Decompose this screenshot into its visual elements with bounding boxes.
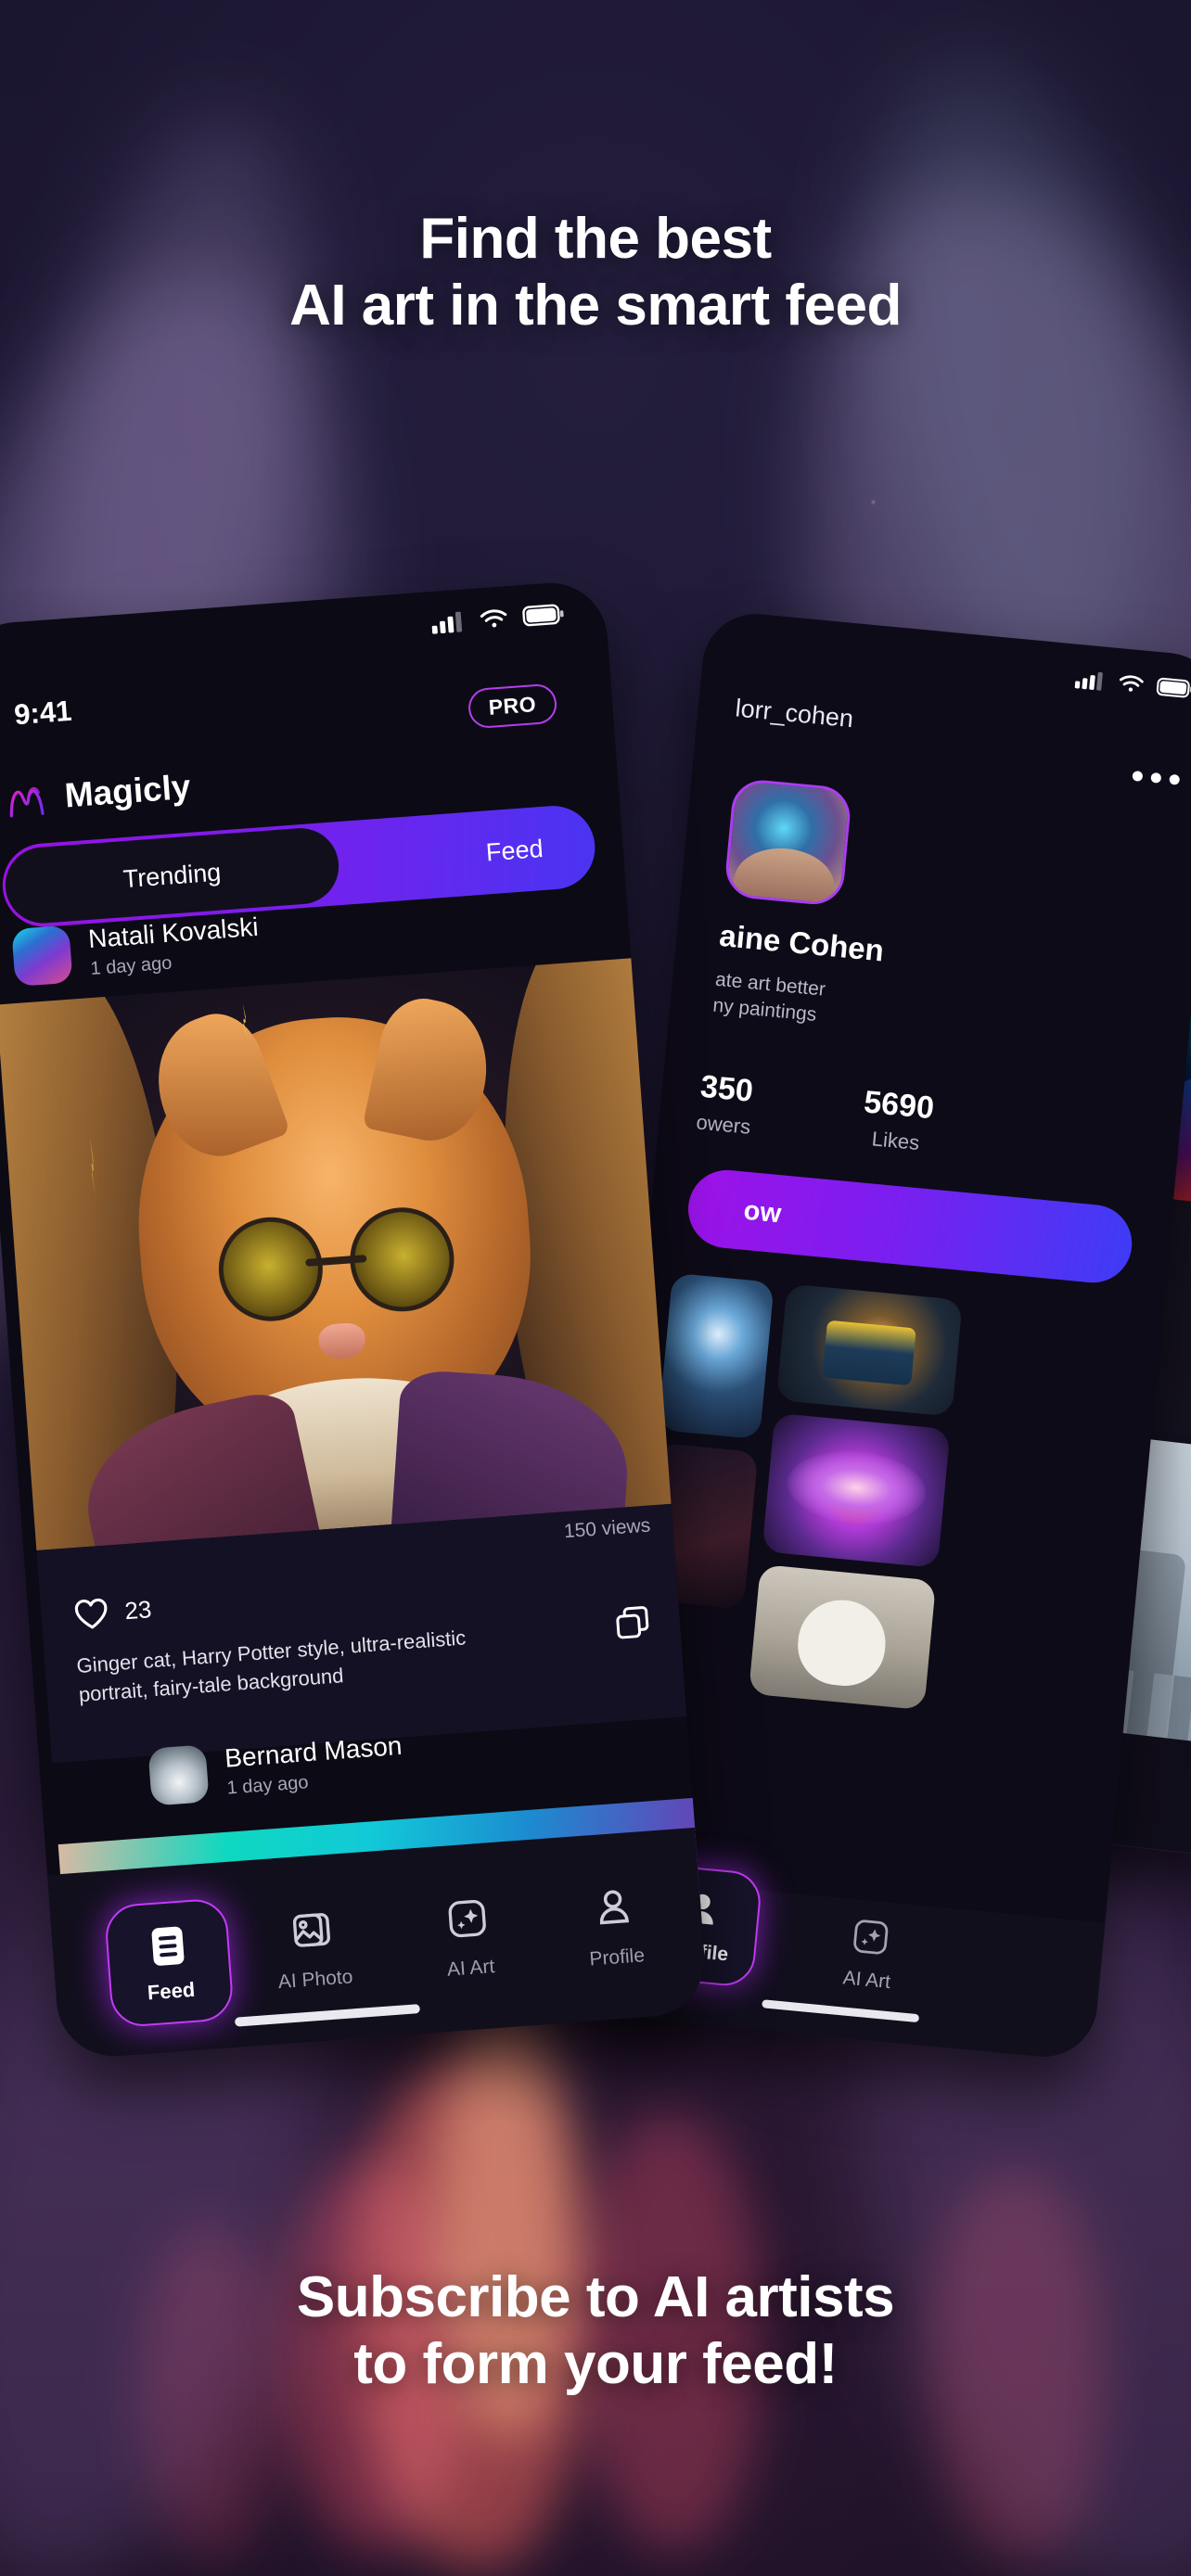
phoenix-wings-shape bbox=[783, 1445, 929, 1531]
feed-tab-switcher: Trending Feed bbox=[0, 803, 598, 930]
heart-icon bbox=[74, 1598, 108, 1629]
copy-button[interactable] bbox=[611, 1602, 653, 1649]
back-phone-tab-label: Profile bbox=[1172, 1810, 1191, 1842]
lego-figure-shape bbox=[822, 1320, 916, 1385]
stat-likes: 5690 Likes bbox=[860, 1084, 936, 1156]
like-button[interactable]: 23 bbox=[71, 1592, 152, 1631]
post-caption: Ginger cat, Harry Potter style, ultra-re… bbox=[75, 1626, 467, 1707]
home-indicator bbox=[234, 2004, 421, 2027]
avatar[interactable] bbox=[11, 925, 73, 988]
sparkle-frame-icon bbox=[853, 1919, 889, 1955]
tab-ai-art-label: AI Art bbox=[841, 1967, 892, 1994]
tab-trending[interactable]: Trending bbox=[2, 825, 342, 926]
post-views: 150 views bbox=[563, 1514, 652, 1543]
stat-likes-label: Likes bbox=[870, 1127, 921, 1155]
home-indicator bbox=[762, 1999, 920, 2023]
image-stack-icon bbox=[292, 1913, 330, 1947]
feed-phone-mockup: 9:41 PRO Magicly Trending Feed Natali Ko… bbox=[0, 579, 709, 2060]
stat-followers-value: 350 bbox=[698, 1068, 755, 1109]
stat-followers: 350 owers bbox=[695, 1069, 755, 1140]
tab-ai-photo[interactable]: AI Photo bbox=[246, 1902, 381, 1996]
profile-artwork-grid bbox=[634, 1272, 1134, 1727]
tab-ai-photo-label: AI Photo bbox=[277, 1966, 354, 1994]
avatar[interactable] bbox=[147, 1744, 210, 1806]
stat-likes-value: 5690 bbox=[862, 1084, 936, 1127]
grid-thumbnail[interactable] bbox=[658, 1272, 775, 1440]
status-bar-time: 9:41 bbox=[13, 694, 73, 732]
page-title-bottom: Subscribe to AI artists to form your fee… bbox=[296, 2265, 895, 2396]
tab-ai-art-label: AI Art bbox=[446, 1956, 496, 1981]
cellular-signal-icon bbox=[431, 611, 463, 634]
magicly-m-logo-icon bbox=[9, 786, 45, 818]
person-icon bbox=[599, 1890, 629, 1925]
feed-lines-icon bbox=[151, 1926, 185, 1966]
tab-profile[interactable]: Profile bbox=[547, 1880, 683, 1973]
profile-bio: ate art better ny paintings bbox=[711, 968, 826, 1027]
pro-badge[interactable]: PRO bbox=[467, 682, 558, 730]
battery-icon bbox=[522, 604, 564, 627]
tab-ai-art[interactable]: AI Art bbox=[811, 1911, 928, 1996]
back-phone-tab-profile[interactable]: Profile bbox=[1172, 1767, 1191, 1842]
like-count: 23 bbox=[123, 1594, 153, 1625]
copy-stack-icon bbox=[616, 1606, 649, 1639]
follow-button[interactable]: ow bbox=[685, 1167, 1135, 1286]
grid-thumbnail[interactable] bbox=[762, 1412, 951, 1568]
wifi-icon bbox=[1119, 675, 1144, 692]
wifi-icon bbox=[480, 609, 507, 628]
app-name: Magicly bbox=[63, 767, 192, 815]
tab-feed-nav[interactable]: Feed bbox=[103, 1897, 235, 2029]
battery-icon bbox=[1156, 677, 1191, 698]
cellular-signal-icon bbox=[1074, 671, 1103, 691]
tab-ai-art[interactable]: AI Art bbox=[401, 1891, 536, 1984]
avatar[interactable] bbox=[723, 777, 853, 908]
profile-display-name: aine Cohen bbox=[718, 917, 886, 968]
tab-feed[interactable]: Feed bbox=[483, 807, 546, 894]
white-cat-shape bbox=[794, 1595, 890, 1690]
grid-thumbnail[interactable] bbox=[775, 1283, 963, 1417]
post-footer: 150 views 23 Ginger cat, Harry Potter st… bbox=[36, 1503, 691, 1764]
tab-feed-label: Feed bbox=[147, 1977, 197, 2005]
grid-thumbnail[interactable] bbox=[748, 1563, 937, 1711]
avatar-hood-shape bbox=[731, 844, 838, 908]
spark bbox=[872, 501, 875, 504]
profile-status-bar bbox=[1074, 669, 1191, 700]
profile-handle: lorr_cohen bbox=[734, 694, 855, 733]
more-dots-icon[interactable] bbox=[1132, 770, 1181, 785]
app-logo: Magicly bbox=[6, 768, 192, 820]
grid-column-right bbox=[748, 1283, 963, 1711]
stat-followers-label: owers bbox=[695, 1110, 752, 1139]
page-title-top: Find the best AI art in the smart feed bbox=[289, 207, 902, 338]
post-image-ginger-cat[interactable] bbox=[0, 958, 675, 1551]
feed-status-bar bbox=[430, 603, 565, 634]
sparkle-frame-icon bbox=[448, 1899, 486, 1938]
tab-profile-label: Profile bbox=[588, 1945, 646, 1970]
